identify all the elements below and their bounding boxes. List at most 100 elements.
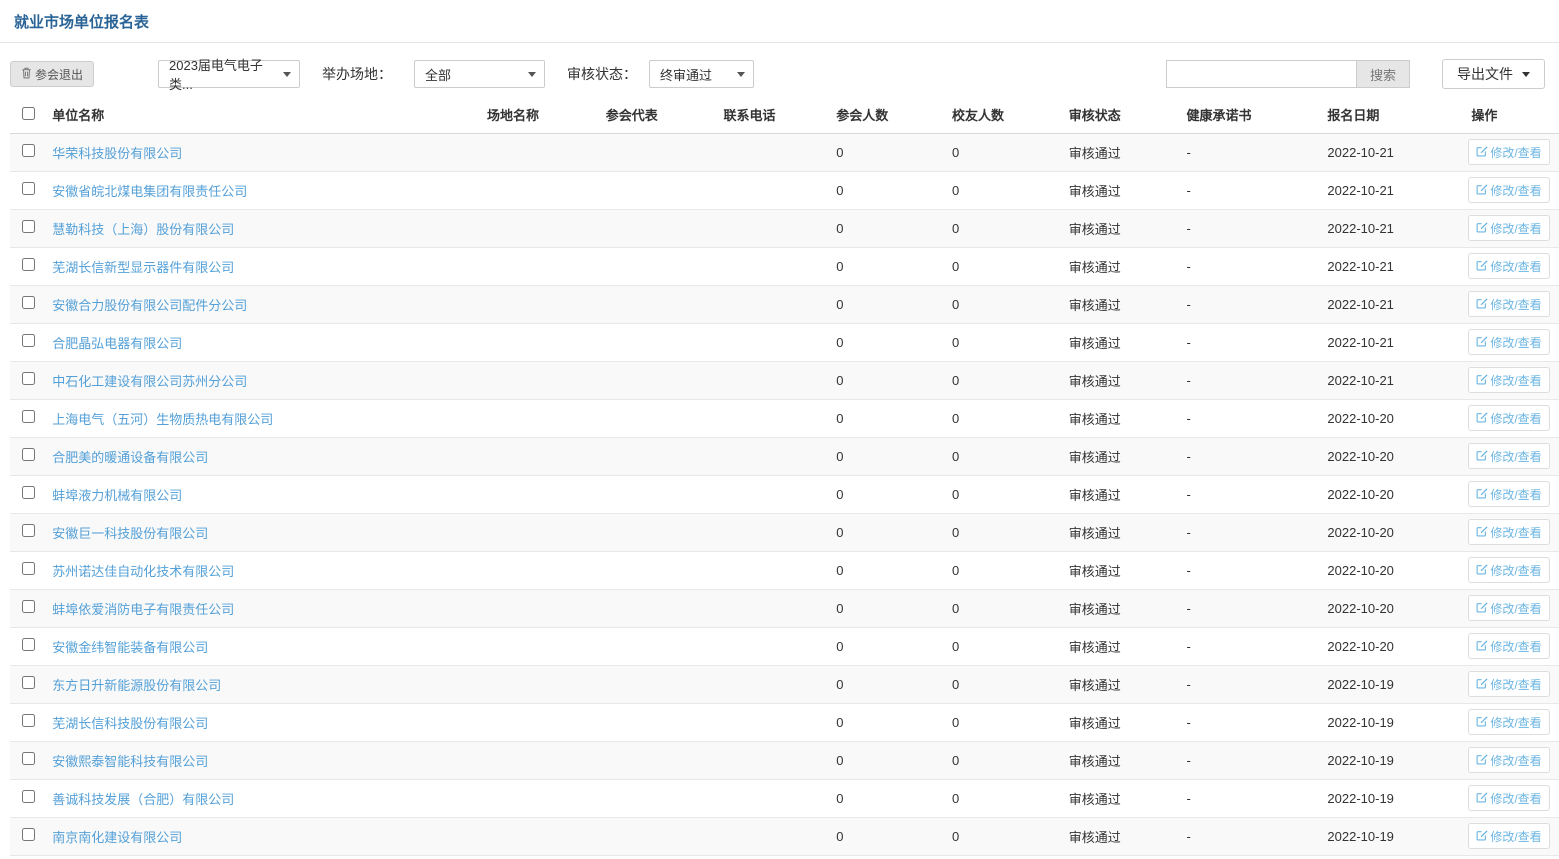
edit-view-button[interactable]: 修改/查看 xyxy=(1468,785,1549,811)
session-select-value: 2023届电气电子类... xyxy=(169,55,279,93)
row-checkbox[interactable] xyxy=(22,562,35,575)
company-name-link[interactable]: 慧勒科技（上海）股份有限公司 xyxy=(52,222,234,237)
company-name-link[interactable]: 合肥晶弘电器有限公司 xyxy=(52,336,182,351)
phone-cell xyxy=(720,703,833,741)
edit-view-button[interactable]: 修改/查看 xyxy=(1468,177,1549,203)
row-checkbox[interactable] xyxy=(22,448,35,461)
row-checkbox[interactable] xyxy=(22,638,35,651)
export-button[interactable]: 导出文件 xyxy=(1442,59,1545,89)
row-checkbox[interactable] xyxy=(22,144,35,157)
edit-view-button[interactable]: 修改/查看 xyxy=(1468,405,1549,431)
company-name-link[interactable]: 东方日升新能源股份有限公司 xyxy=(52,678,221,693)
company-name-link[interactable]: 蚌埠依爱消防电子有限责任公司 xyxy=(52,602,234,617)
company-name-link[interactable]: 安徽熙泰智能科技有限公司 xyxy=(52,754,208,769)
company-name-link[interactable]: 安徽省皖北煤电集团有限责任公司 xyxy=(52,184,247,199)
edit-view-button[interactable]: 修改/查看 xyxy=(1468,215,1549,241)
edit-view-button[interactable]: 修改/查看 xyxy=(1468,519,1549,545)
phone-cell xyxy=(720,513,833,551)
table-row: 安徽合力股份有限公司配件分公司 0 0 审核通过 - 2022-10-21 修改… xyxy=(10,285,1559,323)
row-checkbox[interactable] xyxy=(22,790,35,803)
edit-view-button[interactable]: 修改/查看 xyxy=(1468,671,1549,697)
venue-cell xyxy=(483,133,602,171)
search-group: 搜索 xyxy=(1166,60,1410,88)
header-health-pledge: 健康承诺书 xyxy=(1183,103,1324,133)
company-name-link[interactable]: 善诚科技发展（合肥）有限公司 xyxy=(52,792,234,807)
company-name-link[interactable]: 合肥美的暖通设备有限公司 xyxy=(52,450,208,465)
table-body: 华荣科技股份有限公司 0 0 审核通过 - 2022-10-21 修改/查看 安… xyxy=(10,133,1559,855)
row-checkbox[interactable] xyxy=(22,828,35,841)
company-name-link[interactable]: 上海电气（五河）生物质热电有限公司 xyxy=(52,412,273,427)
edit-view-button[interactable]: 修改/查看 xyxy=(1468,291,1549,317)
company-name-link[interactable]: 安徽巨一科技股份有限公司 xyxy=(52,526,208,541)
alumni-count-cell: 0 xyxy=(948,665,1065,703)
select-all-checkbox[interactable] xyxy=(22,107,35,120)
edit-view-button[interactable]: 修改/查看 xyxy=(1468,329,1549,355)
company-name-link[interactable]: 安徽金纬智能装备有限公司 xyxy=(52,640,208,655)
header-venue-name: 场地名称 xyxy=(483,103,602,133)
edit-view-button[interactable]: 修改/查看 xyxy=(1468,253,1549,279)
company-name-link[interactable]: 南京南化建设有限公司 xyxy=(52,830,182,845)
row-checkbox[interactable] xyxy=(22,182,35,195)
phone-cell xyxy=(720,665,833,703)
signup-date-cell: 2022-10-19 xyxy=(1323,703,1467,741)
phone-cell xyxy=(720,437,833,475)
row-checkbox[interactable] xyxy=(22,600,35,613)
attendee-count-cell: 0 xyxy=(832,817,948,855)
edit-view-button[interactable]: 修改/查看 xyxy=(1468,443,1549,469)
row-checkbox[interactable] xyxy=(22,676,35,689)
row-checkbox[interactable] xyxy=(22,258,35,271)
audit-status-cell: 审核通过 xyxy=(1065,817,1183,855)
trash-icon xyxy=(21,67,32,82)
header-representative: 参会代表 xyxy=(602,103,720,133)
venue-cell xyxy=(483,171,602,209)
edit-view-button[interactable]: 修改/查看 xyxy=(1468,709,1549,735)
edit-view-label: 修改/查看 xyxy=(1490,372,1541,389)
row-checkbox[interactable] xyxy=(22,524,35,537)
company-name-link[interactable]: 安徽合力股份有限公司配件分公司 xyxy=(52,298,247,313)
audit-status-cell: 审核通过 xyxy=(1065,437,1183,475)
row-checkbox[interactable] xyxy=(22,486,35,499)
session-select[interactable]: 2023届电气电子类... xyxy=(158,60,300,88)
health-pledge-cell: - xyxy=(1183,627,1324,665)
representative-cell xyxy=(602,665,720,703)
health-pledge-cell: - xyxy=(1183,475,1324,513)
edit-view-button[interactable]: 修改/查看 xyxy=(1468,747,1549,773)
company-name-link[interactable]: 蚌埠液力机械有限公司 xyxy=(52,488,182,503)
search-input[interactable] xyxy=(1166,60,1356,88)
health-pledge-cell: - xyxy=(1183,703,1324,741)
company-name-link[interactable]: 苏州诺达佳自动化技术有限公司 xyxy=(52,564,234,579)
row-checkbox[interactable] xyxy=(22,752,35,765)
venue-cell xyxy=(483,361,602,399)
exit-meeting-button[interactable]: 参会退出 xyxy=(10,61,94,87)
company-name-link[interactable]: 芜湖长信科技股份有限公司 xyxy=(52,716,208,731)
row-checkbox[interactable] xyxy=(22,372,35,385)
edit-view-button[interactable]: 修改/查看 xyxy=(1468,557,1549,583)
edit-view-button[interactable]: 修改/查看 xyxy=(1468,823,1549,849)
venue-select-value: 全部 xyxy=(425,65,451,84)
company-name-link[interactable]: 中石化工建设有限公司苏州分公司 xyxy=(52,374,247,389)
edit-view-button[interactable]: 修改/查看 xyxy=(1468,481,1549,507)
row-checkbox[interactable] xyxy=(22,334,35,347)
edit-view-label: 修改/查看 xyxy=(1490,600,1541,617)
edit-view-button[interactable]: 修改/查看 xyxy=(1468,595,1549,621)
search-button[interactable]: 搜索 xyxy=(1356,60,1410,88)
edit-view-button[interactable]: 修改/查看 xyxy=(1468,633,1549,659)
phone-cell xyxy=(720,361,833,399)
edit-view-button[interactable]: 修改/查看 xyxy=(1468,139,1549,165)
row-checkbox[interactable] xyxy=(22,220,35,233)
signup-date-cell: 2022-10-20 xyxy=(1323,627,1467,665)
edit-view-button[interactable]: 修改/查看 xyxy=(1468,367,1549,393)
status-select[interactable]: 终审通过 xyxy=(649,60,754,88)
venue-select[interactable]: 全部 xyxy=(414,60,545,88)
row-checkbox[interactable] xyxy=(22,714,35,727)
health-pledge-cell: - xyxy=(1183,399,1324,437)
health-pledge-cell: - xyxy=(1183,323,1324,361)
page-root: 就业市场单位报名表 参会退出 2023届电气电子类... 举办场地： 全部 审核… xyxy=(0,0,1559,859)
audit-status-cell: 审核通过 xyxy=(1065,209,1183,247)
row-checkbox[interactable] xyxy=(22,296,35,309)
attendee-count-cell: 0 xyxy=(832,779,948,817)
audit-status-cell: 审核通过 xyxy=(1065,285,1183,323)
row-checkbox[interactable] xyxy=(22,410,35,423)
company-name-link[interactable]: 芜湖长信新型显示器件有限公司 xyxy=(52,260,234,275)
company-name-link[interactable]: 华荣科技股份有限公司 xyxy=(52,146,182,161)
